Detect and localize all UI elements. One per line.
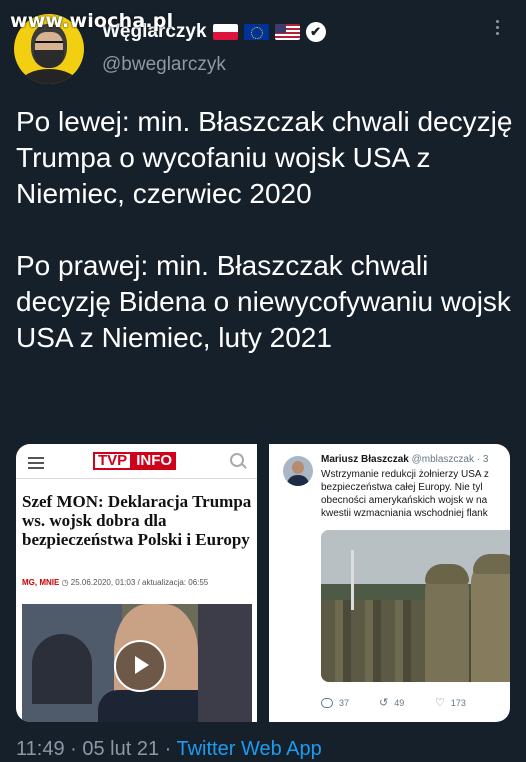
- tweet-timestamp[interactable]: 11:49 · 05 lut 21 ·: [16, 738, 176, 760]
- embedded-author: Mariusz Błaszczak @mblaszczak · 3: [321, 454, 488, 465]
- embedded-avatar: [283, 456, 313, 486]
- watermark: www.wiocha.pl: [10, 10, 174, 32]
- retweet-icon: ↺: [379, 697, 389, 709]
- tweet-media[interactable]: TVP INFO Szef MON: Deklaracja Trumpa ws.…: [16, 444, 510, 722]
- reply-icon: [321, 698, 333, 708]
- retweet-count: 49: [394, 698, 405, 708]
- media-image-left[interactable]: TVP INFO Szef MON: Deklaracja Trumpa ws.…: [16, 444, 257, 722]
- clock-icon: ◷: [61, 578, 69, 587]
- play-icon: [114, 640, 166, 692]
- verified-badge-icon: ✔: [305, 22, 326, 42]
- avatar-body: [20, 69, 78, 84]
- embedded-text-line: kwestii wzmacniania wschodniej flank: [321, 508, 488, 519]
- article-headline: Szef MON: Deklaracja Trumpa ws. wojsk do…: [22, 492, 252, 549]
- tweet-paragraph: Po lewej: min. Błaszczak chwali decyzję …: [16, 106, 513, 209]
- usa-flag-icon: [274, 24, 300, 40]
- info-logo-text: INFO: [132, 452, 177, 470]
- article-date: 25.06.2020, 01:03: [70, 578, 136, 587]
- tweet-footer: 11:49 · 05 lut 21 · Twitter Web App: [16, 738, 322, 761]
- embedded-actions: 37 ↺ 49 ♡ 173: [321, 698, 510, 712]
- media-image-right[interactable]: Mariusz Błaszczak @mblaszczak · 3 Wstrzy…: [269, 444, 510, 722]
- avatar-glasses: [35, 41, 63, 50]
- search-icon: [230, 453, 244, 467]
- embedded-name: Mariusz Błaszczak: [321, 454, 409, 465]
- soldiers-photo: [321, 530, 510, 682]
- reply-count: 37: [339, 698, 350, 708]
- video-thumbnail: [22, 604, 252, 722]
- photo-soldier: [425, 570, 469, 682]
- eu-flag-icon: [243, 24, 269, 40]
- video-background-figure: [32, 634, 92, 704]
- article-updated: / aktualizacja: 06:55: [137, 578, 209, 587]
- embedded-handle: @mblaszczak · 3: [411, 454, 489, 465]
- embedded-text-line: bezpieczeństwa całej Europy. Nie tyl: [321, 482, 483, 493]
- user-handle[interactable]: @bweglarczyk: [102, 54, 226, 76]
- more-options-icon[interactable]: [494, 20, 500, 35]
- article-author: MG, MNIE: [22, 578, 60, 587]
- embedded-tweet-text: Wstrzymanie redukcji żołnierzy USA z bez…: [321, 468, 510, 520]
- like-count: 173: [450, 698, 466, 708]
- reply-action: 37: [321, 698, 349, 708]
- tvp-logo-text: TVP: [93, 452, 133, 470]
- article-meta: MG, MNIE ◷ 25.06.2020, 01:03 / aktualiza…: [22, 578, 254, 587]
- like-action: ♡ 173: [435, 697, 466, 709]
- photo-helmet: [473, 554, 510, 574]
- photo-flagpole: [351, 550, 354, 610]
- tweet-text: Po lewej: min. Błaszczak chwali decyzję …: [16, 104, 516, 356]
- tvp-header-bar: TVP INFO: [16, 444, 257, 479]
- photo-soldier: [471, 560, 510, 682]
- embedded-text-line: Wstrzymanie redukcji żołnierzy USA z: [321, 469, 489, 480]
- embedded-text-line: obecności amerykańskich wojsk w na: [321, 495, 488, 506]
- tweet-source-link[interactable]: Twitter Web App: [176, 738, 321, 760]
- video-background-right: [198, 604, 252, 722]
- hamburger-menu-icon: [28, 457, 44, 472]
- tweet-paragraph: Po prawej: min. Błaszczak chwali decyzję…: [16, 250, 511, 353]
- heart-icon: ♡: [435, 697, 445, 709]
- retweet-action: ↺ 49: [379, 697, 405, 709]
- photo-helmet: [425, 564, 469, 584]
- tvp-info-logo: TVP INFO: [93, 452, 177, 470]
- poland-flag-icon: [212, 24, 238, 40]
